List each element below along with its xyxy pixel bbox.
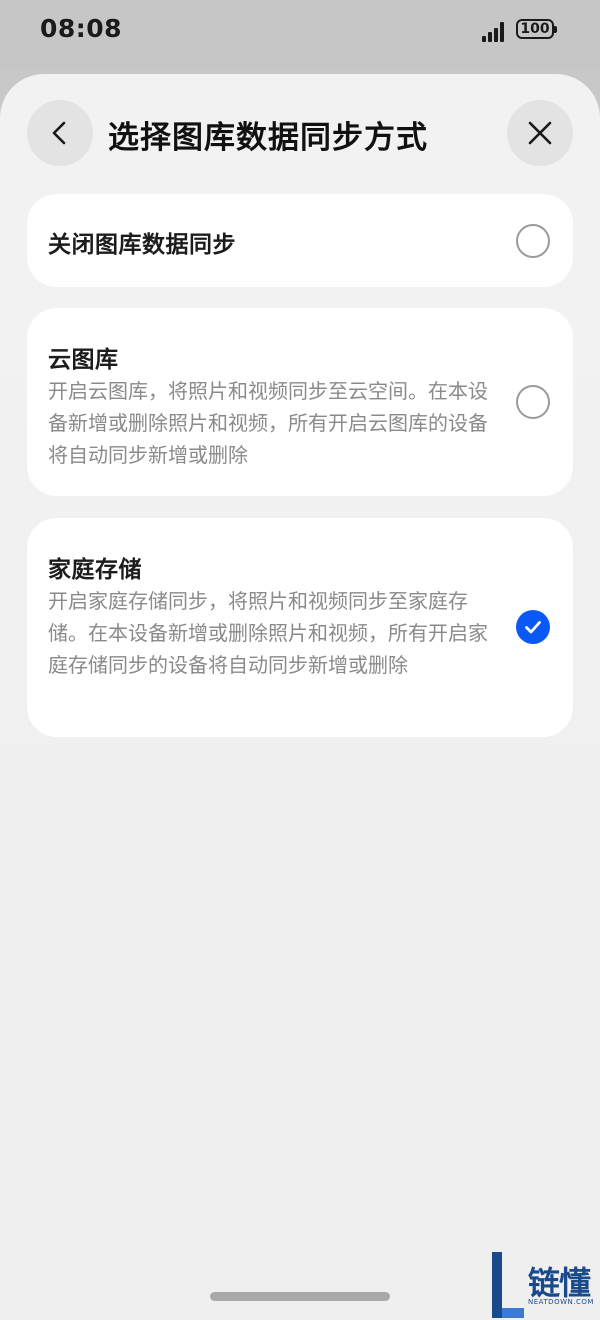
watermark: 链懂 NEATDOWN.COM xyxy=(484,1250,600,1320)
radio-button-unchecked[interactable] xyxy=(516,224,550,258)
close-icon xyxy=(528,121,552,145)
close-button[interactable] xyxy=(507,100,573,166)
back-button[interactable] xyxy=(27,100,93,166)
radio-button-checked[interactable] xyxy=(516,610,550,644)
option-home-storage[interactable]: 家庭存储 开启家庭存储同步，将照片和视频同步至家庭存储。在本设备新增或删除照片和… xyxy=(27,518,573,737)
radio-button-unchecked[interactable] xyxy=(516,385,550,419)
option-description: 开启家庭存储同步，将照片和视频同步至家庭存储。在本设备新增或删除照片和视频，所有… xyxy=(48,589,488,677)
chevron-left-icon xyxy=(52,121,66,145)
watermark-logo-icon xyxy=(492,1252,524,1318)
sync-method-sheet: 选择图库数据同步方式 关闭图库数据同步 云图库 开启云图库，将照片和视频同步至云… xyxy=(0,74,600,1320)
watermark-sub: NEATDOWN.COM xyxy=(528,1298,594,1306)
option-description: 开启云图库，将照片和视频同步至云空间。在本设备新增或删除照片和视频，所有开启云图… xyxy=(48,379,488,467)
option-title: 云图库 xyxy=(48,347,119,373)
option-sync-off[interactable]: 关闭图库数据同步 xyxy=(27,194,573,287)
status-time: 08:08 xyxy=(40,14,123,43)
option-title: 家庭存储 xyxy=(48,557,142,583)
option-title: 关闭图库数据同步 xyxy=(48,232,236,258)
option-cloud-gallery[interactable]: 云图库 开启云图库，将照片和视频同步至云空间。在本设备新增或删除照片和视频，所有… xyxy=(27,308,573,496)
battery-level: 100 xyxy=(520,21,550,37)
status-bar: 08:08 100 xyxy=(0,0,600,70)
checkmark-icon xyxy=(525,621,541,634)
battery-icon: 100 xyxy=(516,19,557,39)
home-indicator[interactable] xyxy=(210,1292,390,1301)
signal-icon xyxy=(482,22,510,42)
sheet-title: 选择图库数据同步方式 xyxy=(108,120,428,156)
